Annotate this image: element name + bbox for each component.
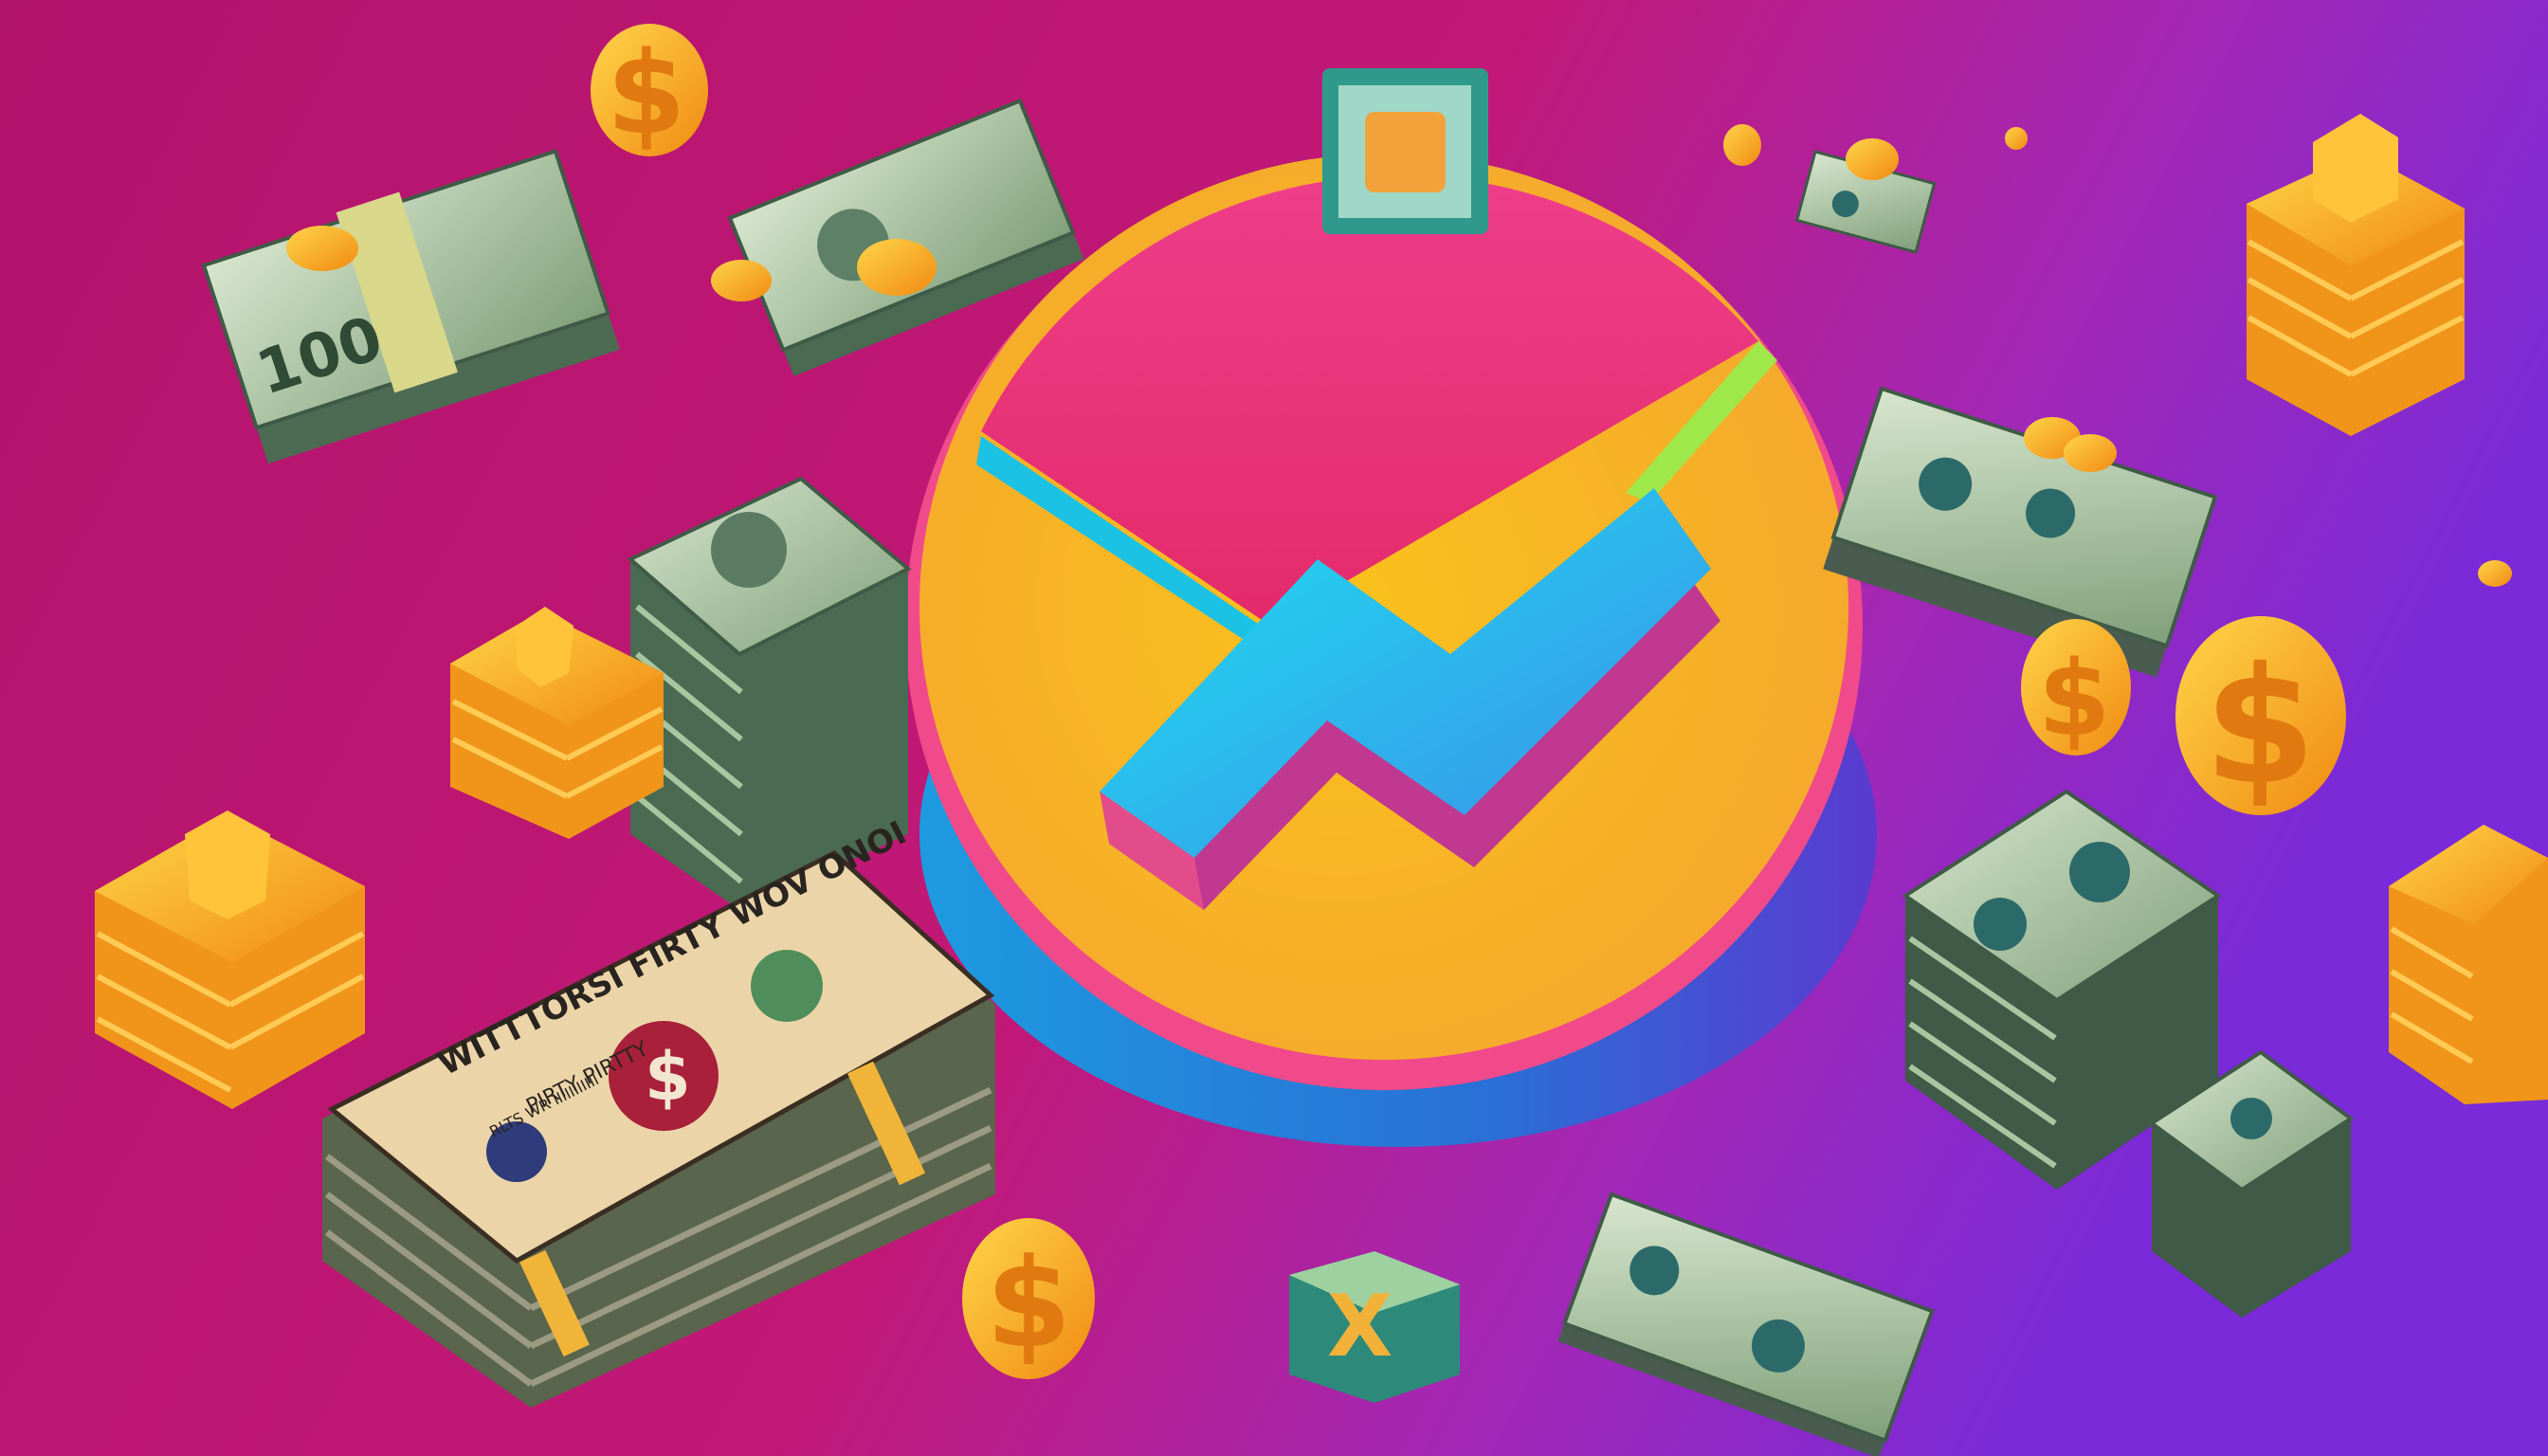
svg-text:$: $ bbox=[2038, 638, 2111, 759]
stamp-icon bbox=[1322, 68, 1488, 234]
coin-icon bbox=[2478, 560, 2512, 587]
svg-text:$: $ bbox=[986, 1231, 1071, 1375]
coin-icon bbox=[2064, 434, 2117, 472]
svg-text:$: $ bbox=[607, 28, 686, 160]
coin-icon bbox=[1846, 138, 1899, 180]
coin-icon bbox=[2005, 127, 2028, 150]
svg-text:X: X bbox=[1327, 1277, 1392, 1376]
coin-icon bbox=[286, 226, 358, 271]
illustration-canvas: 100 $ WITTTORSI FIRTY WOV ONOI PIRTY PIR… bbox=[0, 0, 2548, 1456]
coin-icon bbox=[857, 239, 937, 296]
coin-icon bbox=[1723, 124, 1761, 166]
coin-icon bbox=[711, 260, 772, 301]
dollar-sign-icon: $ bbox=[962, 1218, 1095, 1379]
svg-text:$: $ bbox=[2204, 633, 2316, 821]
svg-text:$: $ bbox=[645, 1038, 691, 1116]
money-chart-illustration: 100 $ WITTTORSI FIRTY WOV ONOI PIRTY PIR… bbox=[0, 0, 2548, 1456]
